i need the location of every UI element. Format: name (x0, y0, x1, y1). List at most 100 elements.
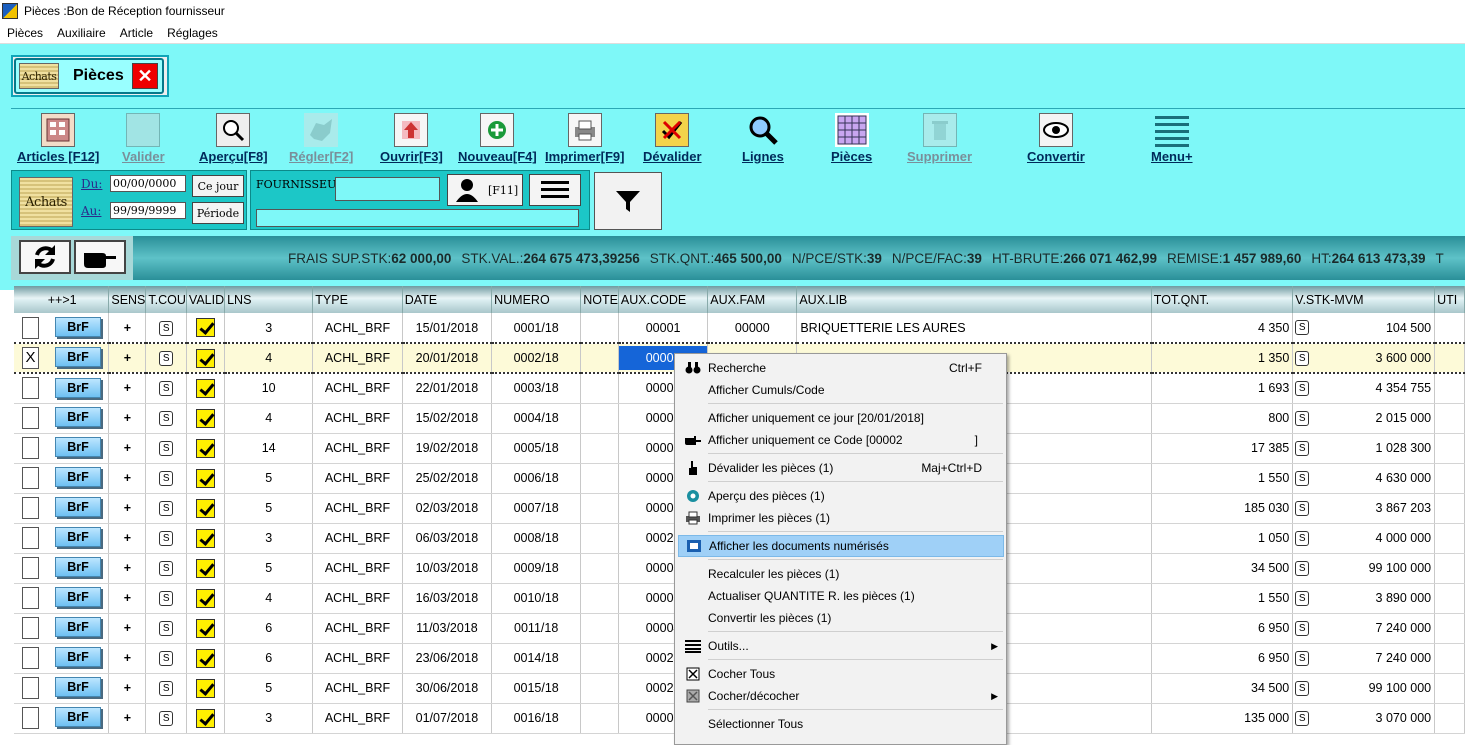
row-checkbox[interactable] (22, 557, 39, 579)
menu-reglages[interactable]: Réglages (160, 26, 225, 40)
row-checkbox[interactable] (22, 527, 39, 549)
valid-cell[interactable] (186, 313, 226, 344)
context-menu-item[interactable]: Dévalider les pièces (1) Maj+Ctrl+D (678, 457, 1004, 479)
row-checkbox[interactable] (22, 587, 39, 609)
piece-type-badge[interactable]: BrF (55, 617, 101, 638)
valid-cell[interactable] (186, 342, 226, 374)
row-checkbox[interactable] (22, 677, 39, 699)
row-checkbox[interactable] (22, 467, 39, 489)
pointer-button[interactable] (74, 240, 126, 274)
column-header[interactable]: NOTE (580, 286, 619, 313)
valid-check-icon[interactable] (196, 588, 215, 608)
valid-check-icon[interactable] (196, 618, 215, 638)
column-header[interactable]: TYPE (312, 286, 403, 313)
valid-check-icon[interactable] (196, 408, 215, 428)
valid-cell[interactable] (186, 463, 226, 494)
fournisseur-menu-button[interactable] (529, 174, 581, 206)
context-menu-item[interactable]: Afficher uniquement ce jour [20/01/2018] (678, 407, 1004, 429)
ce-jour-button[interactable]: Ce jour (192, 175, 244, 197)
menu-plus-button[interactable]: Menu+ (1151, 113, 1193, 164)
valid-check-icon[interactable] (196, 498, 215, 518)
row-checkbox[interactable] (22, 407, 39, 429)
row-checkbox[interactable] (22, 707, 39, 729)
piece-type-badge[interactable]: BrF (55, 497, 101, 518)
row-select-cell[interactable]: BrF (14, 673, 110, 704)
valid-check-icon[interactable] (196, 378, 215, 398)
fournisseur-picker-button[interactable]: [F11] (447, 174, 523, 206)
valid-check-icon[interactable] (196, 708, 215, 728)
row-select-cell[interactable]: BrF (14, 463, 110, 494)
aux-code-cell[interactable]: 00001 (618, 313, 709, 344)
ouvrir-button[interactable]: Ouvrir[F3] (380, 113, 443, 164)
au-date-field[interactable]: 99/99/9999 (110, 202, 186, 219)
column-header[interactable]: TOT.QNT. (1151, 286, 1294, 313)
filter-button[interactable] (594, 172, 662, 230)
row-select-cell[interactable]: BrF (14, 403, 110, 434)
row-checkbox[interactable] (22, 437, 39, 459)
column-header[interactable]: LNS (224, 286, 314, 313)
piece-type-badge[interactable]: BrF (55, 347, 101, 368)
valid-cell[interactable] (186, 433, 226, 464)
piece-type-badge[interactable]: BrF (55, 707, 101, 728)
row-checkbox[interactable] (22, 617, 39, 639)
valid-check-icon[interactable] (196, 318, 215, 337)
row-select-cell[interactable]: BrF (14, 703, 110, 734)
row-checkbox[interactable] (22, 647, 39, 669)
context-menu-item[interactable]: Actualiser QUANTITE R. les pièces (1) (678, 585, 1004, 607)
piece-type-badge[interactable]: BrF (55, 437, 101, 458)
fournisseur-name-field[interactable] (256, 209, 579, 227)
lignes-button[interactable]: Lignes (742, 113, 784, 164)
valid-cell[interactable] (186, 613, 226, 644)
valid-check-icon[interactable] (196, 648, 215, 668)
valid-cell[interactable] (186, 643, 226, 674)
apercu-button[interactable]: Aperçu[F8] (199, 113, 268, 164)
column-header[interactable]: UTI (1434, 286, 1465, 313)
valid-cell[interactable] (186, 373, 226, 404)
context-menu-item[interactable]: Afficher uniquement ce Code [00002] (678, 429, 1004, 451)
menu-pieces[interactable]: Pièces (0, 26, 50, 40)
valid-cell[interactable] (186, 673, 226, 704)
menu-article[interactable]: Article (113, 26, 160, 40)
row-select-cell[interactable]: BrF (14, 553, 110, 584)
nouveau-button[interactable]: Nouveau[F4] (458, 113, 537, 164)
row-select-cell[interactable]: BrF (14, 613, 110, 644)
convertir-button[interactable]: Convertir (1027, 113, 1085, 164)
valid-check-icon[interactable] (196, 348, 215, 368)
devalider-button[interactable]: Dévalider (643, 113, 702, 164)
table-row[interactable]: BrF + S 3 ACHL_BRF 15/01/2018 0001/18 00001 0000… (14, 313, 1465, 344)
piece-type-badge[interactable]: BrF (55, 677, 101, 698)
row-select-cell[interactable]: X BrF (14, 342, 110, 374)
valid-check-icon[interactable] (196, 438, 215, 458)
valid-check-icon[interactable] (196, 468, 215, 488)
imprimer-button[interactable]: Imprimer[F9] (545, 113, 624, 164)
regler-button[interactable]: Régler[F2] (289, 113, 353, 164)
piece-type-badge[interactable]: BrF (55, 316, 101, 337)
piece-type-badge[interactable]: BrF (55, 467, 101, 488)
tab-pieces[interactable]: Achats Pièces ✕ (14, 58, 164, 94)
menu-auxiliaire[interactable]: Auxiliaire (50, 26, 113, 40)
context-menu-item[interactable]: Recherche Ctrl+F (678, 357, 1004, 379)
context-menu-item[interactable]: Cocher Tous (678, 663, 1004, 685)
context-menu-item[interactable]: Outils... ▶ (678, 635, 1004, 657)
row-select-cell[interactable]: BrF (14, 583, 110, 614)
row-select-cell[interactable]: BrF (14, 643, 110, 674)
pieces-button[interactable]: Pièces (831, 113, 872, 164)
refresh-button[interactable] (19, 240, 71, 274)
context-menu-item[interactable]: Recalculer les pièces (1) (678, 563, 1004, 585)
column-header[interactable]: AUX.CODE (618, 286, 709, 313)
row-checkbox[interactable] (22, 316, 39, 339)
row-checkbox[interactable]: X (22, 347, 39, 369)
valid-cell[interactable] (186, 703, 226, 734)
context-menu-item[interactable]: Afficher Cumuls/Code (678, 379, 1004, 401)
column-header[interactable]: V.STK-MVM (1292, 286, 1436, 313)
valid-check-icon[interactable] (196, 558, 215, 578)
piece-type-badge[interactable]: BrF (55, 407, 101, 428)
valid-check-icon[interactable] (196, 528, 215, 548)
valid-cell[interactable] (186, 493, 226, 524)
piece-type-badge[interactable]: BrF (55, 557, 101, 578)
row-select-cell[interactable]: BrF (14, 493, 110, 524)
context-menu-item[interactable]: Aperçu des pièces (1) (678, 485, 1004, 507)
context-menu-item[interactable]: Afficher les documents numérisés (678, 535, 1004, 557)
column-header[interactable]: ++>1 (14, 286, 110, 313)
fournisseur-code-field[interactable] (335, 177, 440, 201)
